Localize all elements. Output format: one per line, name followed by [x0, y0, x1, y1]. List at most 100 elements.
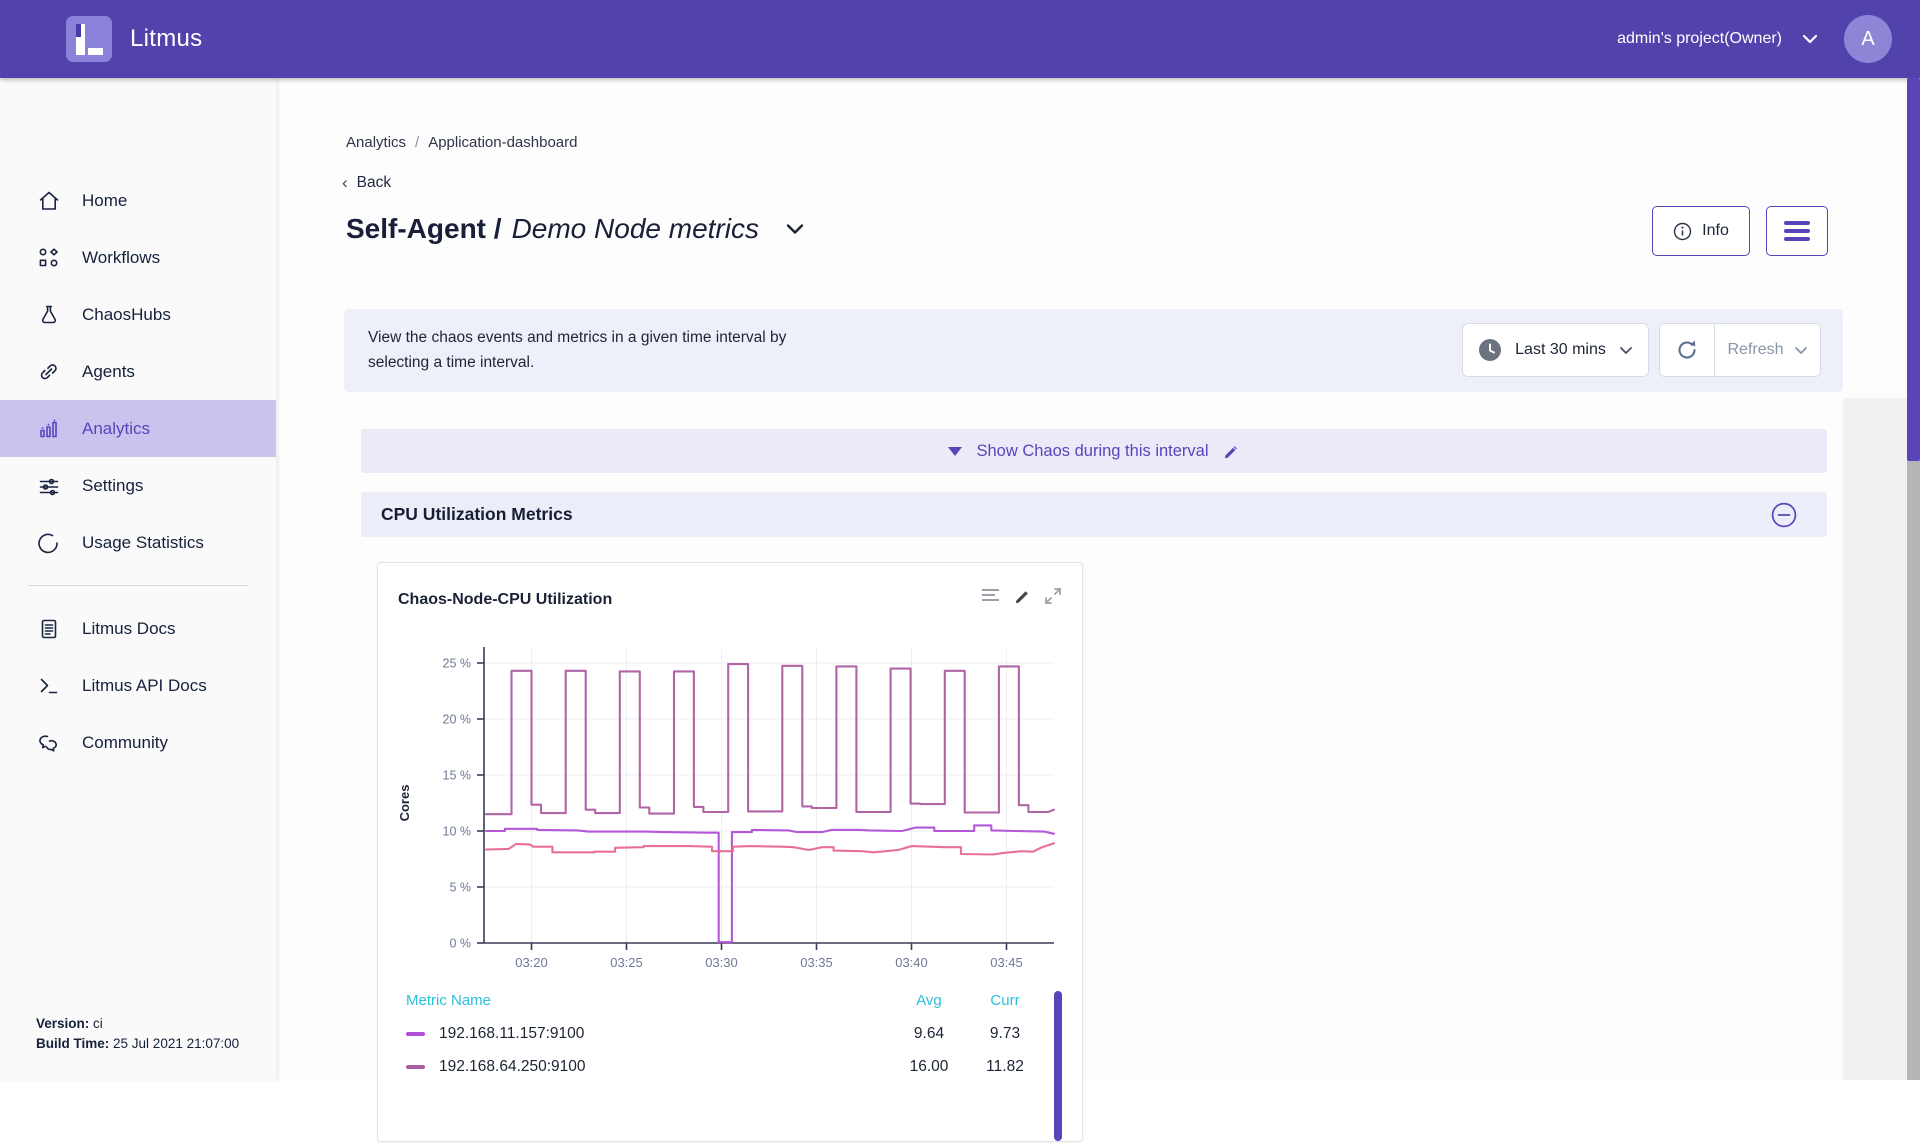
community-icon	[38, 732, 60, 754]
svg-text:03:45: 03:45	[990, 955, 1023, 970]
sidebar-item-label: Agents	[82, 362, 135, 382]
show-chaos-label: Show Chaos during this interval	[976, 442, 1208, 461]
show-chaos-toggle[interactable]: Show Chaos during this interval	[361, 429, 1827, 473]
back-button[interactable]: ‹ Back	[342, 173, 391, 193]
sidebar-item-label: Community	[82, 733, 168, 753]
content-gutter	[1843, 398, 1907, 1080]
info-label: Info	[1702, 222, 1729, 240]
project-selector[interactable]: admin's project(Owner)	[1617, 30, 1818, 48]
usage-statistics-icon	[38, 532, 60, 554]
legend-row[interactable]: 192.168.11.157:91009.649.73	[406, 1017, 1036, 1050]
edit-pencil-icon[interactable]	[1223, 443, 1240, 460]
svg-text:5 %: 5 %	[449, 881, 471, 895]
banner-description: View the chaos events and metrics in a g…	[368, 325, 786, 375]
refresh-now-button[interactable]	[1659, 323, 1715, 377]
agent-name: Self-Agent /	[346, 213, 502, 245]
sidebar-item-agents[interactable]: Agents	[0, 343, 276, 400]
metric-name: 192.168.64.250:9100	[439, 1058, 586, 1076]
sidebar-item-label: Litmus API Docs	[82, 676, 207, 696]
svg-text:03:30: 03:30	[705, 955, 738, 970]
metric-curr: 11.82	[974, 1058, 1036, 1076]
chart-svg: 0 %5 %10 %15 %20 %25 %03:2003:2503:3003:…	[392, 625, 1068, 977]
svg-text:03:25: 03:25	[610, 955, 643, 970]
top-navbar: Litmus admin's project(Owner) A	[0, 0, 1920, 78]
collapse-section-button[interactable]	[1771, 502, 1797, 528]
svg-text:03:20: 03:20	[515, 955, 548, 970]
dashboard-name: Demo Node metrics	[512, 213, 759, 245]
page-title: Self-Agent / Demo Node metrics	[346, 213, 805, 245]
chart-edit-pencil-icon[interactable]	[1014, 588, 1031, 605]
chart-data-list-icon[interactable]	[982, 588, 1001, 604]
back-label: Back	[357, 174, 391, 192]
svg-text:10 %: 10 %	[443, 825, 472, 839]
legend-scrollbar-thumb[interactable]	[1054, 991, 1062, 1141]
chart-card: Chaos-Node-CPU Utilization 0 % 5 % 10 % 15 …	[377, 562, 1083, 1142]
svg-text:15 %: 15 %	[443, 769, 472, 783]
main-content: Analytics / Application-dashboard ‹ Back…	[276, 78, 1920, 1080]
sidebar-item-workflows[interactable]: Workflows	[0, 229, 276, 286]
section-title: CPU Utilization Metrics	[381, 504, 573, 525]
project-selector-label: admin's project(Owner)	[1617, 30, 1782, 48]
refresh-interval-select[interactable]: Refresh	[1715, 323, 1821, 377]
sidebar-item-home[interactable]: Home	[0, 172, 276, 229]
metric-curr: 9.73	[974, 1025, 1036, 1043]
sidebar-item-label: Analytics	[82, 419, 150, 439]
info-button[interactable]: Info	[1652, 206, 1750, 256]
sidebar-item-label: Usage Statistics	[82, 533, 204, 553]
svg-text:0 %: 0 %	[449, 937, 471, 951]
menu-icon	[1784, 221, 1810, 241]
breadcrumb: Analytics / Application-dashboard	[346, 134, 577, 151]
litmus-logo-icon	[66, 16, 112, 62]
metric-avg: 16.00	[898, 1058, 960, 1076]
minus-circle-icon	[1771, 502, 1797, 528]
info-icon	[1673, 222, 1692, 241]
cpu-utilization-chart: 0 %5 %10 %15 %20 %25 %03:2003:2503:3003:…	[392, 625, 1068, 977]
agents-icon	[38, 361, 60, 383]
series-color-dash	[406, 1065, 425, 1069]
page-scrollbar-track[interactable]	[1907, 78, 1920, 1080]
refresh-label: Refresh	[1727, 341, 1783, 359]
sidebar-item-label: Settings	[82, 476, 143, 496]
svg-text:Cores: Cores	[397, 785, 412, 822]
time-range-select[interactable]: Last 30 mins	[1462, 323, 1649, 377]
page-scrollbar-thumb[interactable]	[1907, 78, 1920, 461]
sidebar-item-community[interactable]: Community	[0, 714, 276, 771]
sidebar-item-analytics[interactable]: Analytics	[0, 400, 276, 457]
legend-header-row: Metric NameAvgCurr	[406, 983, 1036, 1017]
brand-name: Litmus	[130, 25, 203, 53]
settings-icon	[38, 475, 60, 497]
sidebar-item-label: Home	[82, 191, 127, 211]
legend-row[interactable]: 192.168.64.250:9100 16.00 11.82	[406, 1050, 1036, 1083]
sidebar: Home Workflows ChaosHubs Agents Analytics Set…	[0, 78, 276, 1080]
sidebar-item-litmus-api-docs[interactable]: Litmus API Docs	[0, 657, 276, 714]
sidebar-item-usage-statistics[interactable]: Usage Statistics	[0, 514, 276, 571]
chart-fullscreen-icon[interactable]	[1044, 587, 1062, 605]
chart-title: Chaos-Node-CPU Utilization	[398, 591, 612, 609]
sidebar-item-settings[interactable]: Settings	[0, 457, 276, 514]
sidebar-item-litmus-docs[interactable]: Litmus Docs	[0, 600, 276, 657]
svg-text:03:40: 03:40	[895, 955, 928, 970]
dashboard-options-button[interactable]	[1766, 206, 1828, 256]
docs-icon	[38, 618, 60, 640]
avatar[interactable]: A	[1844, 15, 1892, 63]
sidebar-item-label: Workflows	[82, 248, 160, 268]
chevron-down-icon	[1619, 346, 1633, 355]
dashboard-switch-chevron-icon[interactable]	[785, 223, 805, 235]
workflows-icon	[38, 247, 60, 269]
sidebar-item-chaoshubs[interactable]: ChaosHubs	[0, 286, 276, 343]
chart-legend: Metric NameAvgCurr192.168.11.157:91009.6…	[406, 983, 1068, 1143]
analytics-icon	[38, 418, 60, 440]
metric-name: 192.168.11.157:9100	[439, 1025, 584, 1043]
svg-text:03:35: 03:35	[800, 955, 833, 970]
sidebar-item-label: ChaosHubs	[82, 305, 171, 325]
sidebar-divider	[28, 585, 248, 586]
chevron-down-icon	[1802, 34, 1818, 44]
breadcrumb-analytics[interactable]: Analytics	[346, 134, 406, 151]
breadcrumb-application-dashboard[interactable]: Application-dashboard	[428, 134, 577, 151]
chaoshubs-icon	[38, 304, 60, 326]
svg-text:20 %: 20 %	[443, 713, 472, 727]
triangle-down-icon	[948, 447, 962, 456]
cpu-metrics-section-header: CPU Utilization Metrics	[361, 492, 1827, 537]
time-range-value: Last 30 mins	[1515, 341, 1606, 359]
home-icon	[38, 190, 60, 212]
